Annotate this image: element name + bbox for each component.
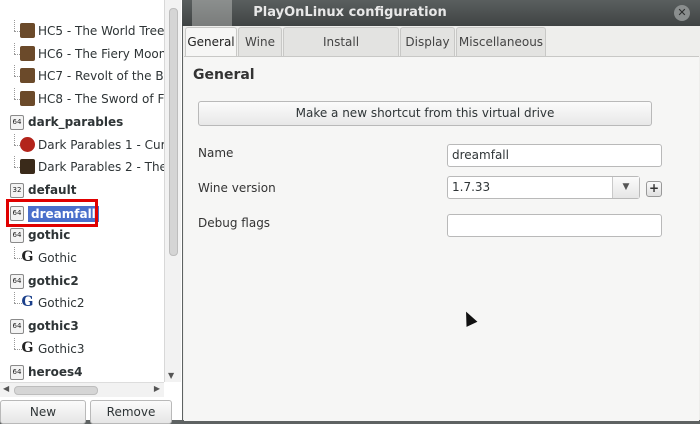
program-row[interactable]: HC7 - Revolt of the Be: [0, 65, 164, 87]
prefix-row[interactable]: 64 gothic: [0, 224, 164, 246]
name-field[interactable]: dreamfall: [447, 144, 662, 167]
prefix-label: gothic: [28, 228, 71, 243]
arch-badge-icon: 64: [10, 364, 24, 380]
prefix-label: gothic3: [28, 319, 79, 334]
tab-bar: General Wine Install components Display …: [183, 26, 700, 77]
chevron-down-icon[interactable]: ▼: [612, 177, 639, 198]
debug-flags-field[interactable]: [447, 214, 662, 237]
arch-badge-icon: 32: [10, 182, 24, 198]
program-label: HC8 - The Sword of Fr: [38, 92, 164, 107]
scroll-down-arrow-icon[interactable]: ▼: [168, 371, 174, 380]
prefix-label: dark_parables: [28, 114, 124, 129]
tree-connector: [14, 42, 15, 54]
helmet-icon: [20, 91, 35, 107]
program-label: Dark Parables 2 - The I: [38, 160, 164, 175]
selection-highlight-box: [6, 199, 98, 227]
arch-badge-icon: 64: [10, 228, 24, 244]
prefix-label: heroes4: [28, 364, 83, 379]
tab-miscellaneous[interactable]: Miscellaneous: [456, 27, 546, 56]
program-label: Gothic: [38, 251, 77, 265]
arch-badge-icon: 64: [10, 273, 24, 289]
debug-flags-label: Debug flags: [198, 216, 271, 230]
dark-figure-icon: [20, 159, 35, 175]
tree-connector: [14, 292, 15, 304]
new-button[interactable]: New: [0, 400, 86, 424]
program-row[interactable]: HC6 - The Fiery Moon: [0, 42, 164, 65]
helmet-icon: [20, 68, 35, 84]
scroll-left-arrow-icon[interactable]: ◀: [3, 384, 9, 393]
wine-version-value: 1.7.33: [452, 180, 491, 194]
tree-connector: [14, 156, 15, 168]
tab-general[interactable]: General: [185, 27, 237, 58]
program-label: HC6 - The Fiery Moon: [38, 46, 164, 61]
tree-connector: [14, 65, 15, 77]
plus-icon: +: [648, 181, 660, 195]
program-label: Gothic2: [38, 296, 85, 311]
tree-connector: [14, 247, 15, 258]
helmet-icon: [20, 23, 35, 38]
program-row[interactable]: Dark Parables 1 - Curs: [0, 133, 164, 156]
wine-version-label: Wine version: [198, 181, 276, 195]
prefix-panel: HC5 - The World Tree HC6 - The Fiery Moon…: [0, 0, 182, 424]
gothic3-g-icon: G: [21, 339, 34, 356]
tree-connector: [14, 337, 15, 349]
tree-vertical-scrollbar[interactable]: ▼: [164, 0, 181, 382]
arch-badge-icon: 64: [10, 319, 24, 335]
name-label: Name: [198, 146, 234, 160]
make-shortcut-button[interactable]: Make a new shortcut from this virtual dr…: [198, 101, 652, 126]
prefix-row[interactable]: 64 dark_parables: [0, 111, 164, 133]
prefix-row[interactable]: 64 gothic3: [0, 315, 164, 337]
program-label: Gothic3: [38, 341, 85, 356]
program-row[interactable]: G Gothic: [0, 247, 164, 269]
tree-connector: [14, 133, 15, 145]
program-label: HC5 - The World Tree: [38, 24, 164, 38]
horizontal-scroll-thumb[interactable]: [14, 386, 98, 395]
tab-wine[interactable]: Wine: [238, 27, 282, 56]
general-tab-content: General Make a new shortcut from this vi…: [184, 56, 699, 421]
vertical-scroll-thumb[interactable]: [169, 8, 178, 256]
program-row[interactable]: HC8 - The Sword of Fr: [0, 88, 164, 110]
prefix-row[interactable]: 64 gothic2: [0, 270, 164, 292]
arch-badge-icon: 64: [10, 114, 24, 130]
remove-button[interactable]: Remove: [90, 400, 172, 424]
gothic2-g-icon: G: [21, 294, 34, 311]
prefix-label: gothic2: [28, 273, 79, 288]
settings-panel: General Wine Install components Display …: [183, 26, 700, 421]
tab-install-components[interactable]: Install components: [283, 27, 399, 77]
tab-display[interactable]: Display: [400, 27, 455, 56]
program-label: Dark Parables 1 - Curs: [38, 137, 164, 152]
prefix-row[interactable]: 64 heroes4: [0, 361, 164, 383]
section-heading: General: [193, 67, 255, 83]
tree-connector: [14, 88, 15, 100]
add-wine-version-button[interactable]: +: [646, 181, 662, 197]
wine-version-select[interactable]: 1.7.33 ▼: [447, 176, 640, 199]
red-apple-icon: [20, 136, 35, 152]
scroll-right-arrow-icon[interactable]: ▶: [154, 384, 160, 393]
program-row[interactable]: Dark Parables 2 - The I: [0, 156, 164, 178]
close-icon: ✕: [677, 6, 687, 19]
program-row[interactable]: G Gothic3: [0, 337, 164, 360]
program-row[interactable]: G Gothic2: [0, 292, 164, 314]
program-label: HC7 - Revolt of the Be: [38, 69, 164, 84]
gothic-g-icon: G: [21, 249, 34, 265]
prefix-label: default: [28, 182, 77, 197]
close-button[interactable]: ✕: [674, 5, 690, 21]
tree-horizontal-scrollbar[interactable]: ◀ ▶: [0, 382, 164, 397]
prefix-tree[interactable]: HC5 - The World Tree HC6 - The Fiery Moon…: [0, 0, 164, 382]
tree-connector: [14, 20, 15, 31]
prefix-row[interactable]: 32 default: [0, 179, 164, 201]
helmet-icon: [20, 45, 35, 61]
program-row[interactable]: HC5 - The World Tree: [0, 20, 164, 42]
